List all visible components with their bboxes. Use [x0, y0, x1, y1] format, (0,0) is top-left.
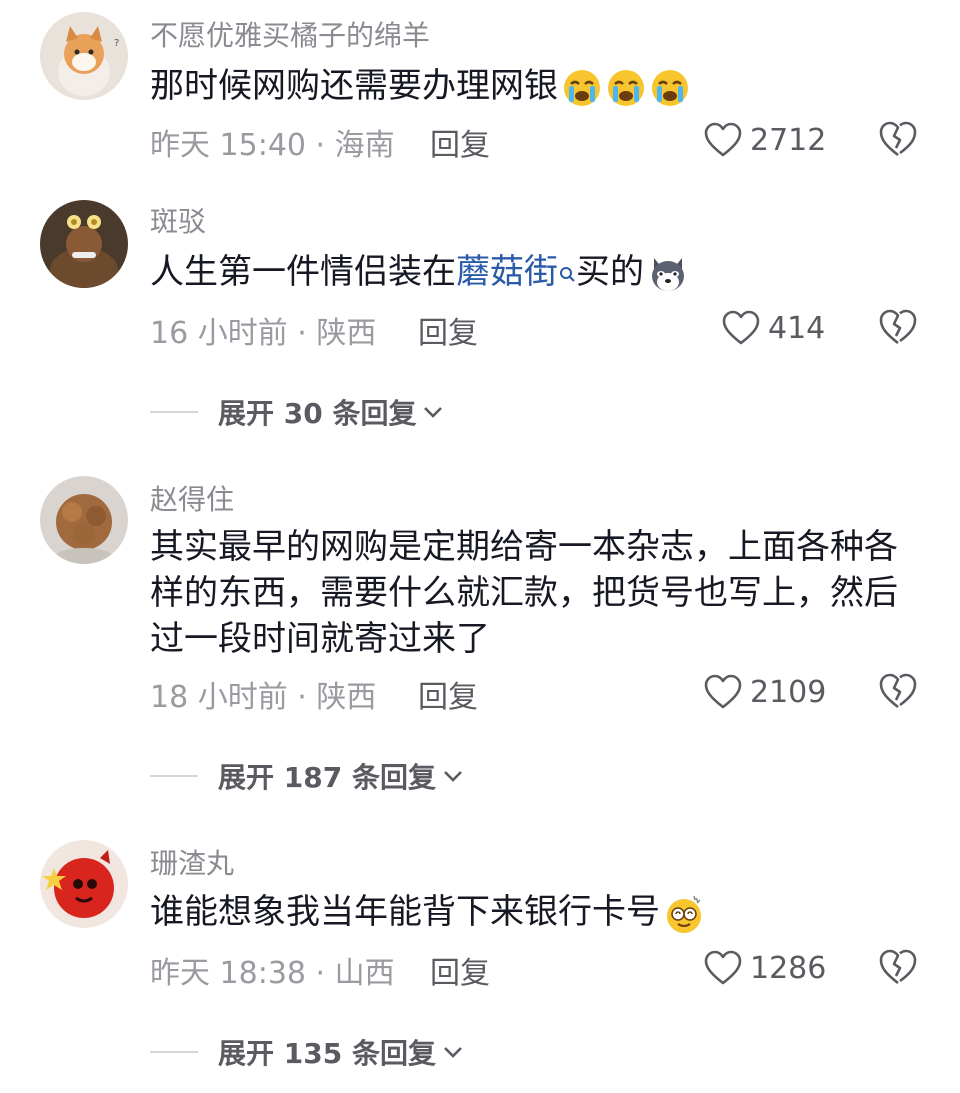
- reply-button[interactable]: 回复: [418, 672, 478, 716]
- comment-text: 谁能想象我当年能背下来银行卡号: [150, 890, 910, 935]
- comment-text-content: 谁能想象我当年能背下来银行卡号: [150, 892, 660, 932]
- search-icon[interactable]: [558, 252, 576, 282]
- comment-meta: 16 小时前 · 陕西: [150, 316, 377, 351]
- expand-replies-label: 展开 30 条回复: [218, 397, 417, 430]
- like-count: 1286: [750, 950, 827, 986]
- dizzy-emoji: [664, 894, 704, 934]
- like-count: 2712: [750, 122, 827, 158]
- comment-text: 那时候网购还需要办理网银: [150, 64, 910, 109]
- heart-icon: [722, 310, 760, 345]
- cry-emoji: [562, 68, 602, 108]
- heart-icon: [704, 122, 742, 157]
- cry-emoji: [606, 68, 646, 108]
- avatar[interactable]: [40, 840, 128, 928]
- chevron-down-icon: [444, 771, 462, 782]
- like-button[interactable]: 414: [722, 308, 825, 348]
- svg-text:?: ?: [114, 38, 119, 49]
- broken-heart-icon: [879, 949, 917, 985]
- avatar[interactable]: ?: [40, 12, 128, 100]
- divider: [150, 775, 198, 777]
- cry-emoji: [650, 68, 690, 108]
- chevron-down-icon: [444, 1047, 462, 1058]
- avatar[interactable]: [40, 200, 128, 288]
- like-count: 414: [768, 310, 826, 346]
- username[interactable]: 赵得住: [150, 478, 234, 518]
- expand-replies-button[interactable]: 展开 30 条回复: [150, 392, 444, 432]
- reply-button[interactable]: 回复: [430, 948, 490, 992]
- dislike-button[interactable]: [878, 672, 918, 712]
- comment-text-content: 那时候网购还需要办理网银: [150, 66, 558, 106]
- username[interactable]: 珊渣丸: [150, 842, 234, 882]
- dislike-button[interactable]: [878, 120, 918, 160]
- expand-replies-label: 展开 187 条回复: [218, 761, 436, 794]
- broken-heart-icon: [879, 309, 917, 345]
- reply-button[interactable]: 回复: [430, 120, 490, 164]
- comment-text-before: 人生第一件情侣装在: [150, 252, 456, 292]
- broken-heart-icon: [879, 121, 917, 157]
- like-button[interactable]: 2109: [704, 672, 826, 712]
- comment-text-after: 买的: [576, 252, 644, 292]
- broken-heart-icon: [879, 673, 917, 709]
- comment-text: 其实最早的网购是定期给寄一本杂志，上面各种各样的东西，需要什么就汇款，把货号也写…: [150, 527, 898, 659]
- heart-icon: [704, 674, 742, 709]
- username[interactable]: 斑驳: [150, 200, 206, 240]
- heart-icon: [704, 950, 742, 985]
- avatar[interactable]: [40, 476, 128, 564]
- expand-replies-button[interactable]: 展开 187 条回复: [150, 756, 464, 796]
- dislike-button[interactable]: [878, 308, 918, 348]
- like-count: 2109: [750, 674, 827, 710]
- comment-text: 人生第一件情侣装在蘑菇街 买的: [150, 250, 910, 295]
- divider: [150, 411, 198, 413]
- comment-meta: 昨天 18:38 · 山西: [150, 956, 395, 991]
- username[interactable]: 不愿优雅买橘子的绵羊: [150, 14, 430, 54]
- reply-button[interactable]: 回复: [418, 308, 478, 352]
- expand-replies-label: 展开 135 条回复: [218, 1037, 436, 1070]
- search-link[interactable]: 蘑菇街: [456, 252, 558, 292]
- expand-replies-button[interactable]: 展开 135 条回复: [150, 1032, 464, 1072]
- chevron-down-icon: [424, 407, 443, 418]
- comment-meta: 昨天 15:40 · 海南: [150, 128, 395, 163]
- like-button[interactable]: 2712: [704, 120, 826, 160]
- divider: [150, 1051, 198, 1053]
- like-button[interactable]: 1286: [704, 948, 826, 988]
- husky-emoji: [648, 254, 688, 294]
- comment-meta: 18 小时前 · 陕西: [150, 680, 377, 715]
- dislike-button[interactable]: [878, 948, 918, 988]
